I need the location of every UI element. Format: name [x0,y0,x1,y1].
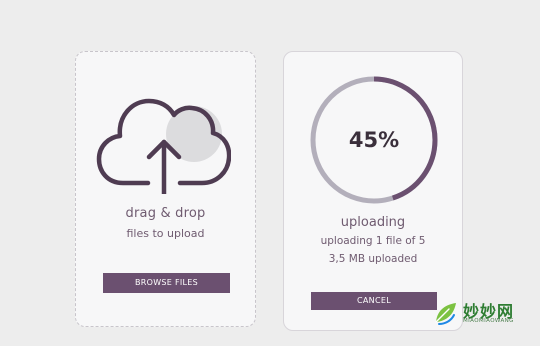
site-watermark: 妙妙网 MIAOMIAOWANG [433,298,533,330]
upload-size: 3,5 MB uploaded [328,253,418,265]
upload-file-count: uploading 1 file of 5 [320,235,426,247]
leaf-logo-icon [435,303,456,325]
drop-zone-subtitle: files to upload [126,227,205,240]
drop-zone-title: drag & drop [125,206,206,221]
upload-status-title: uploading [340,215,406,230]
cancel-button[interactable]: CANCEL [311,292,437,310]
browse-files-button[interactable]: BROWSE FILES [103,273,230,293]
watermark-name-en: MIAOMIAOWANG [463,318,514,324]
progress-percent: 45% [348,128,400,152]
cloud-upload-icon [96,98,231,194]
upload-progress-card: 45% uploading uploading 1 file of 5 3,5 … [283,51,463,331]
drop-zone-card[interactable]: drag & drop files to upload BROWSE FILES [75,51,256,327]
